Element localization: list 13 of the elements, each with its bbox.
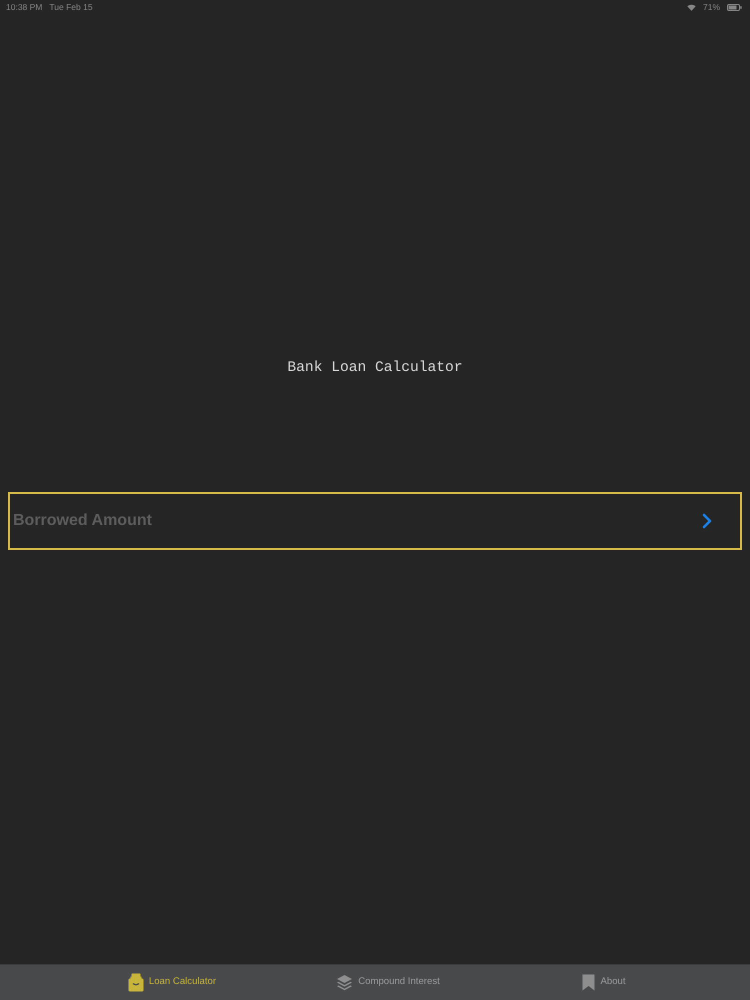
tab[interactable]: Loan Calculator [64,965,280,1000]
wifi-icon [686,4,696,10]
tab[interactable]: About [496,965,712,1000]
app-title: Bank Loan Calculator [287,359,463,377]
battery-percent: 71% [702,0,720,14]
jar-icon [128,973,144,992]
status-date: Tue Feb 15 [49,0,93,14]
bookmark-icon [582,974,596,991]
layers-icon [336,974,354,991]
status-time: 10:38 PM [6,0,42,14]
chevron-right-icon[interactable] [702,513,712,529]
battery-icon [727,4,742,10]
tab[interactable]: Compound Interest [280,965,496,1000]
